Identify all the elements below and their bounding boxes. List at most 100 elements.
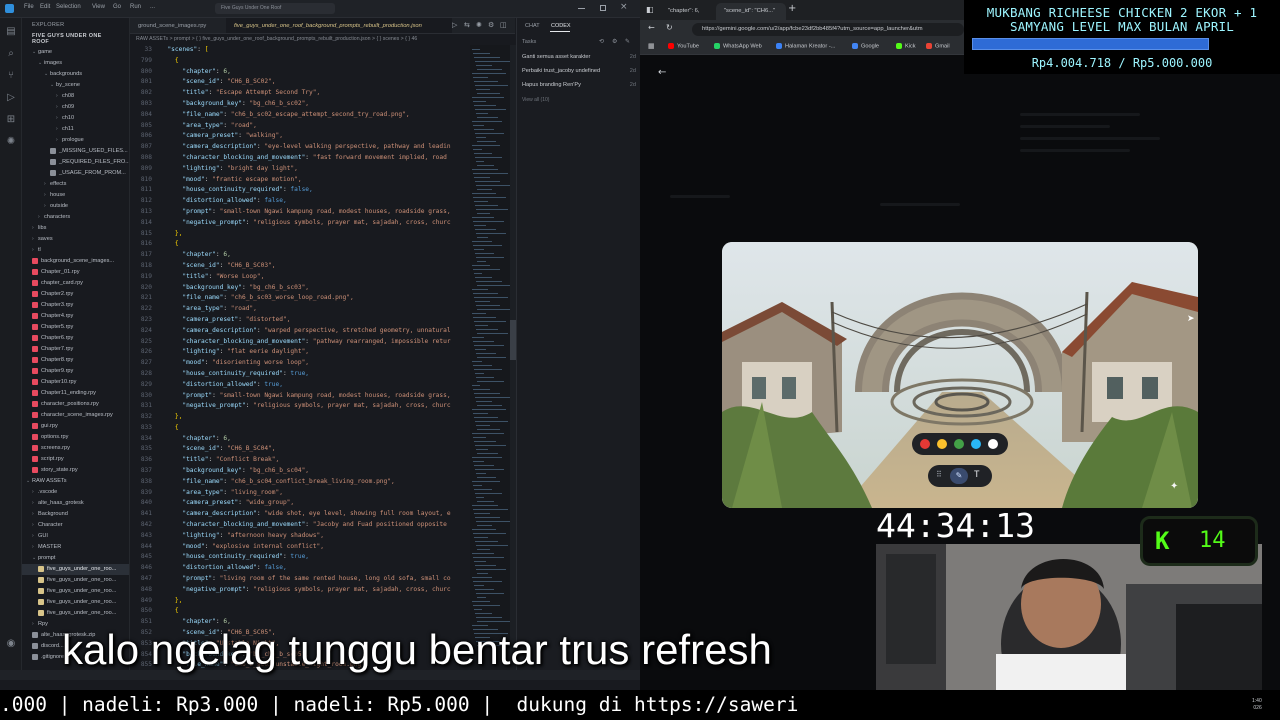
- code-line[interactable]: 827 "mood": "disorienting worse loop",: [130, 358, 470, 369]
- reload-icon[interactable]: ↻: [666, 23, 673, 32]
- tree-item[interactable]: _REQUIRED_FILES_FRO...: [22, 157, 129, 168]
- code-line[interactable]: 835 "scene_id": "CH6_B_SC04",: [130, 444, 470, 455]
- bookmark-kick[interactable]: Kick: [896, 43, 916, 49]
- tree-item[interactable]: › characters: [22, 212, 129, 223]
- tree-item[interactable]: › GUI: [22, 531, 129, 542]
- tree-item[interactable]: ⌄ backgrounds: [22, 69, 129, 80]
- apps-icon[interactable]: ▦: [648, 42, 655, 50]
- tree-item[interactable]: five_guys_under_one_roo...: [22, 597, 129, 608]
- code-line[interactable]: 850 {: [130, 606, 470, 617]
- tree-item[interactable]: Chapter5.rpy: [22, 322, 129, 333]
- tree-item[interactable]: ⌄ RAW ASSETs: [22, 476, 129, 487]
- tree-item[interactable]: › house: [22, 190, 129, 201]
- maximize-icon[interactable]: [600, 5, 606, 11]
- source-control-icon[interactable]: ⑂: [5, 70, 17, 82]
- color-swatch-green[interactable]: [954, 439, 964, 449]
- tree-item[interactable]: background_scene_images...: [22, 256, 129, 267]
- minimap[interactable]: [470, 45, 510, 670]
- close-icon[interactable]: ×: [620, 2, 628, 12]
- tree-item[interactable]: › ch11: [22, 124, 129, 135]
- new-tab-icon[interactable]: +: [788, 3, 796, 14]
- minimize-icon[interactable]: [578, 8, 585, 9]
- tree-item[interactable]: five_guys_under_one_roo...: [22, 564, 129, 575]
- bookmark-gmail[interactable]: Gmail: [926, 43, 950, 49]
- run-debug-icon[interactable]: ▷: [5, 92, 17, 104]
- task-item[interactable]: Ganti semua asset karakter 2d: [522, 54, 636, 60]
- url-input[interactable]: https://gemini.google.com/u/2/app/fcbe23…: [692, 23, 964, 36]
- code-line[interactable]: 813 "prompt": "small-town Ngawi kampung …: [130, 207, 470, 218]
- tab-chat[interactable]: CHAT: [525, 23, 540, 29]
- code-line[interactable]: 821 "file_name": "ch6_b_sc03_worse_loop_…: [130, 293, 470, 304]
- color-swatch-white[interactable]: [988, 439, 998, 449]
- tree-item[interactable]: Chapter9.rpy: [22, 366, 129, 377]
- code-line[interactable]: 831 "negative_prompt": "religious symbol…: [130, 401, 470, 412]
- code-line[interactable]: 836 "title": "Conflict Break",: [130, 455, 470, 466]
- tree-item[interactable]: › alte_haas_grotesk: [22, 498, 129, 509]
- tree-item[interactable]: character_scene_images.rpy: [22, 410, 129, 421]
- grip-icon[interactable]: ⠿: [936, 470, 942, 479]
- tree-item[interactable]: › ch10: [22, 113, 129, 124]
- tab-ground-scene-images[interactable]: ground_scene_images.rpy: [130, 18, 226, 33]
- code-line[interactable]: 843 "lighting": "afternoon heavy shadows…: [130, 531, 470, 542]
- tab-prompts-json[interactable]: five_guys_under_one_roof_background_prom…: [226, 18, 452, 33]
- tree-item[interactable]: five_guys_under_one_roo...: [22, 586, 129, 597]
- color-swatch-blue[interactable]: [971, 439, 981, 449]
- code-line[interactable]: 812 "distortion_allowed": false,: [130, 196, 470, 207]
- code-line[interactable]: 806 "camera_preset": "walking",: [130, 131, 470, 142]
- tree-item[interactable]: Chapter6.rpy: [22, 333, 129, 344]
- code-line[interactable]: 839 "area_type": "living_room",: [130, 488, 470, 499]
- code-line[interactable]: 818 "scene_id": "CH6_B_SC03",: [130, 261, 470, 272]
- code-line[interactable]: 808 "character_blocking_and_movement": "…: [130, 153, 470, 164]
- bookmark-google[interactable]: Google: [852, 43, 879, 49]
- code-line[interactable]: 803 "background_key": "bg_ch6_b_sc02",: [130, 99, 470, 110]
- tree-item[interactable]: ⌄ game: [22, 47, 129, 58]
- code-line[interactable]: 847 "prompt": "living room of the same r…: [130, 574, 470, 585]
- tree-item[interactable]: _USAGE_FROM_PROM...: [22, 168, 129, 179]
- code-line[interactable]: 809 "lighting": "bright day light",: [130, 164, 470, 175]
- code-line[interactable]: 845 "house_continuity_required": true,: [130, 552, 470, 563]
- tree-item[interactable]: › prologue: [22, 135, 129, 146]
- color-swatch-red[interactable]: [920, 439, 930, 449]
- settings-icon[interactable]: ⚙: [488, 21, 494, 29]
- tree-item[interactable]: › ch08: [22, 91, 129, 102]
- code-line[interactable]: 805 "area_type": "road",: [130, 121, 470, 132]
- tree-item[interactable]: ⌄ prompt: [22, 553, 129, 564]
- tree-item[interactable]: › outside: [22, 201, 129, 212]
- task-item[interactable]: Hapus branding Ren'Py 2d: [522, 82, 636, 88]
- code-line[interactable]: 844 "mood": "explosive internal conflict…: [130, 542, 470, 553]
- tree-item[interactable]: Chapter11_ending.rpy: [22, 388, 129, 399]
- tree-item[interactable]: › Background: [22, 509, 129, 520]
- diff-icon[interactable]: ⇆: [464, 21, 470, 29]
- code-line[interactable]: 841 "camera_description": "wide shot, ey…: [130, 509, 470, 520]
- tree-item[interactable]: › tl: [22, 245, 129, 256]
- tree-item[interactable]: › effects: [22, 179, 129, 190]
- project-name[interactable]: FIVE GUYS UNDER ONE ROOF: [22, 32, 129, 47]
- new-task-icon[interactable]: ✎: [625, 38, 630, 45]
- settings-icon[interactable]: ⚙: [612, 38, 617, 45]
- tree-item[interactable]: Chapter_01.rpy: [22, 267, 129, 278]
- code-line[interactable]: 819 "title": "Worse Loop",: [130, 272, 470, 283]
- tree-item[interactable]: Chapter4.rpy: [22, 311, 129, 322]
- code-line[interactable]: 822 "area_type": "road",: [130, 304, 470, 315]
- bookmark-kreator[interactable]: Halaman Kreator -...: [776, 43, 835, 49]
- tree-item[interactable]: ⌄ images: [22, 58, 129, 69]
- task-item[interactable]: Perbaiki trust_jacoby undefined 2d: [522, 68, 636, 74]
- split-editor-icon[interactable]: ◫: [500, 21, 507, 29]
- history-icon[interactable]: ⟲: [599, 38, 604, 45]
- run-icon[interactable]: ▷: [452, 21, 457, 29]
- code-line[interactable]: 33 "scenes": [: [130, 45, 470, 56]
- extensions-icon[interactable]: ⊞: [5, 114, 17, 126]
- code-line[interactable]: 799 {: [130, 56, 470, 67]
- text-icon[interactable]: T: [974, 469, 980, 479]
- code-line[interactable]: 811 "house_continuity_required": false,: [130, 185, 470, 196]
- code-line[interactable]: 838 "file_name": "ch6_b_sc04_conflict_br…: [130, 477, 470, 488]
- tree-item[interactable]: Chapter3.rpy: [22, 300, 129, 311]
- code-line[interactable]: 833 {: [130, 423, 470, 434]
- code-line[interactable]: 814 "negative_prompt": "religious symbol…: [130, 218, 470, 229]
- tree-item[interactable]: options.rpy: [22, 432, 129, 443]
- menu-more[interactable]: ...: [150, 4, 155, 10]
- bookmark-youtube[interactable]: YouTube: [668, 43, 699, 49]
- code-line[interactable]: 828 "house_continuity_required": true,: [130, 369, 470, 380]
- code-line[interactable]: 848 "negative_prompt": "religious symbol…: [130, 585, 470, 596]
- code-line[interactable]: 842 "character_blocking_and_movement": "…: [130, 520, 470, 531]
